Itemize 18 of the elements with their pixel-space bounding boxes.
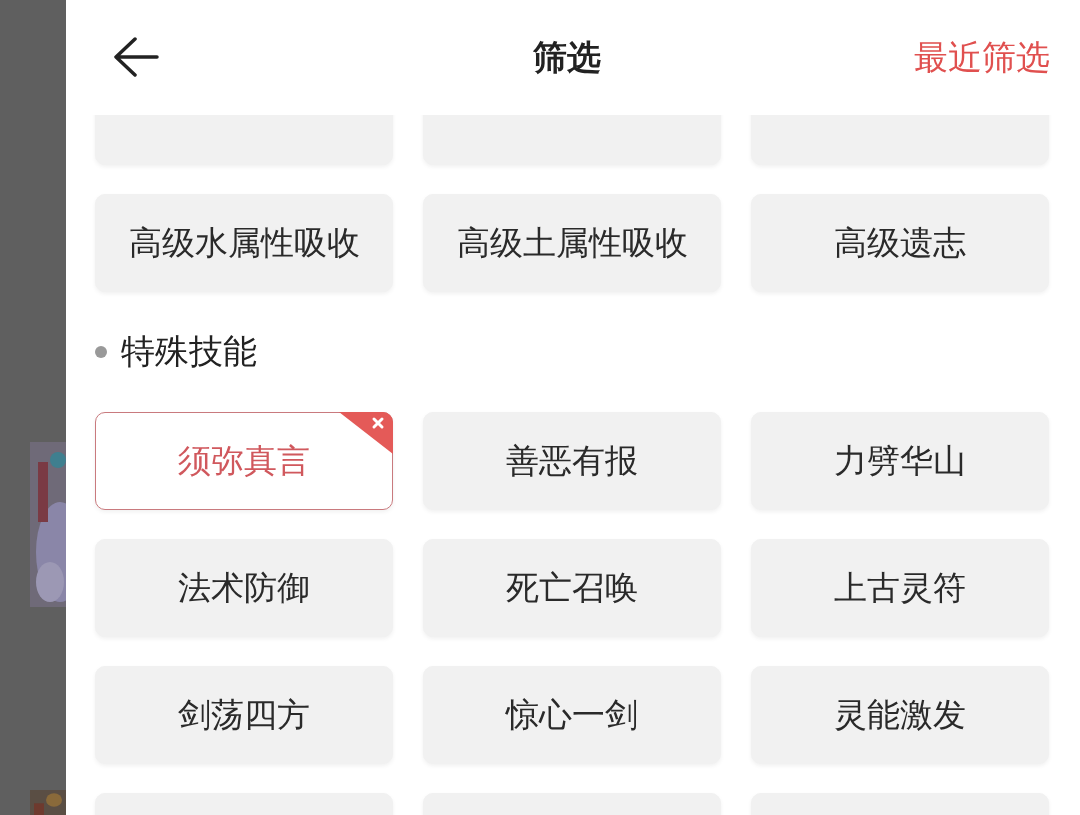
recent-filters-link[interactable]: 最近筛选 — [914, 34, 1050, 81]
filter-chip[interactable]: 剑荡四方 — [95, 666, 393, 764]
filter-chip[interactable]: 惊心一剑 — [423, 666, 721, 764]
back-icon[interactable] — [113, 36, 159, 77]
filter-chip[interactable]: 死亡召唤 — [423, 539, 721, 637]
filter-chip[interactable]: 力劈华山 — [751, 412, 1049, 510]
bullet-icon — [95, 346, 107, 358]
page-title: 筛选 — [532, 35, 601, 79]
filter-chip[interactable]: 灵能激发 — [751, 666, 1049, 764]
filter-chip[interactable]: 善恶有报 — [423, 412, 721, 510]
filter-chip[interactable]: 高级遗志 — [751, 194, 1049, 292]
filter-chip[interactable]: 高级水属性吸收 — [95, 194, 393, 292]
remove-icon[interactable] — [339, 412, 393, 454]
filter-chip[interactable]: 须弥真言 — [95, 412, 393, 510]
filter-chip[interactable]: 法术防御 — [95, 539, 393, 637]
filter-chip[interactable]: 高级土属性吸收 — [423, 194, 721, 292]
section-title: 特殊技能 — [121, 330, 257, 373]
filter-chip[interactable]: 上古灵符 — [751, 539, 1049, 637]
